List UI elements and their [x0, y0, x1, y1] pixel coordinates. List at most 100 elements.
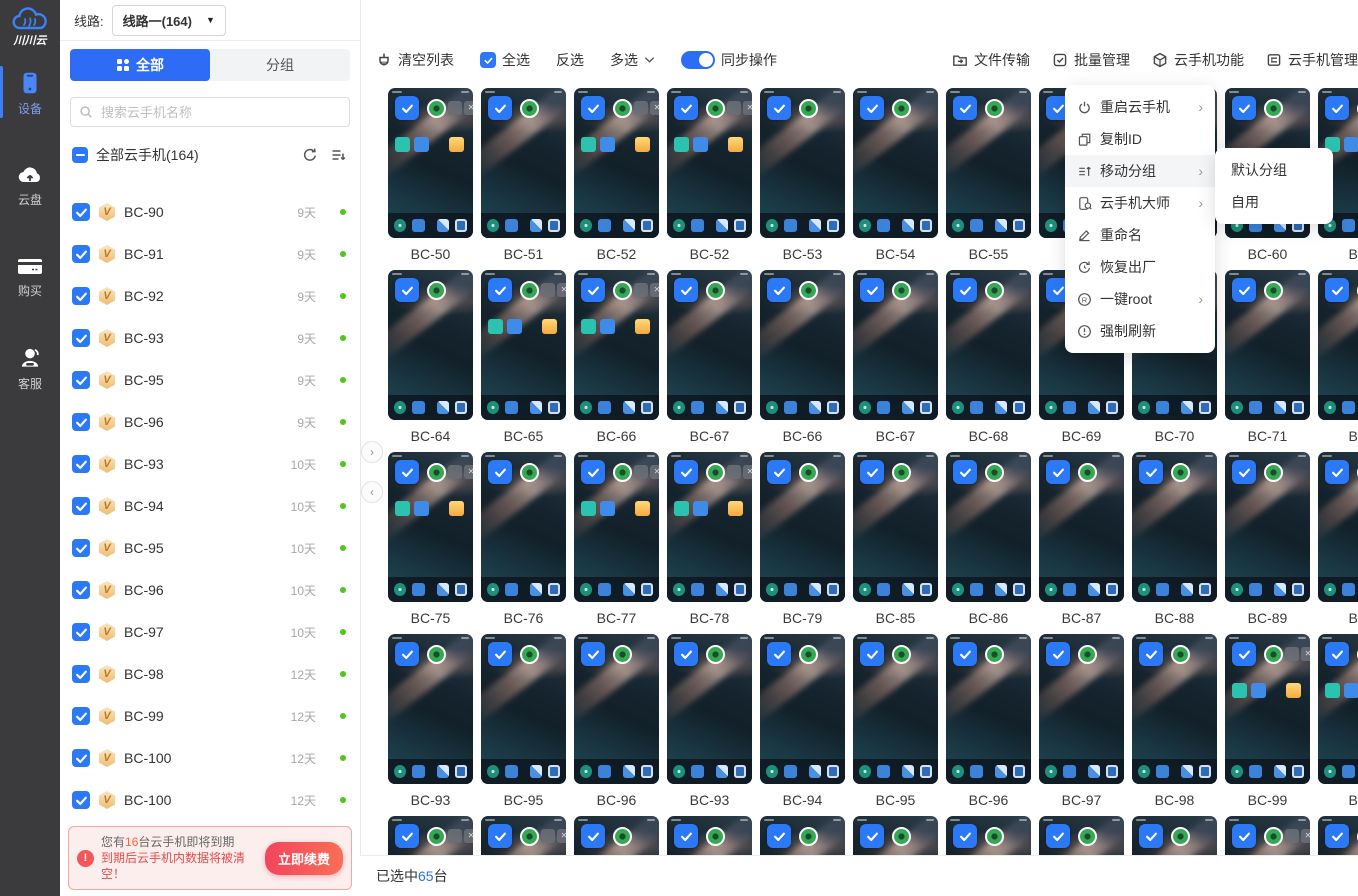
phone-cell[interactable] — [1035, 816, 1128, 856]
phone-selected-check-icon[interactable] — [674, 96, 698, 120]
phone-selected-check-icon[interactable] — [674, 278, 698, 302]
phone-screenshot[interactable]: ✕ — [1318, 816, 1358, 856]
phone-screenshot[interactable] — [667, 816, 752, 856]
phone-selected-check-icon[interactable] — [1232, 460, 1256, 484]
menu-item-云手机大师[interactable]: 云手机大师› — [1065, 187, 1215, 219]
phone-selected-check-icon[interactable] — [1232, 824, 1256, 848]
phone-screenshot[interactable] — [1132, 816, 1217, 856]
phone-selected-check-icon[interactable] — [1046, 460, 1070, 484]
phone-screenshot[interactable]: ✕ — [388, 816, 473, 856]
phone-selected-check-icon[interactable] — [1325, 642, 1349, 666]
phone-selected-check-icon[interactable] — [581, 642, 605, 666]
phone-screenshot[interactable]: ✕ — [1225, 816, 1310, 856]
phone-screenshot[interactable] — [760, 634, 845, 784]
device-checkbox[interactable] — [72, 413, 90, 431]
phone-cell[interactable]: BC-93 — [663, 634, 756, 810]
phone-selected-check-icon[interactable] — [581, 96, 605, 120]
phone-screenshot[interactable] — [853, 270, 938, 420]
phone-selected-check-icon[interactable] — [767, 96, 791, 120]
phone-screenshot[interactable] — [1318, 270, 1358, 420]
submenu-item-自用[interactable]: 自用 — [1215, 186, 1333, 218]
phone-cell[interactable]: ✕BC-66 — [570, 270, 663, 446]
device-checkbox[interactable] — [72, 791, 90, 809]
phone-selected-check-icon[interactable] — [488, 642, 512, 666]
phone-cell[interactable]: BC-67 — [849, 270, 942, 446]
phone-cell[interactable]: ✕BC-75 — [384, 452, 477, 628]
phone-screenshot[interactable] — [853, 88, 938, 238]
phone-cell[interactable]: ✕BC-52 — [570, 88, 663, 264]
phone-selected-check-icon[interactable] — [1139, 460, 1163, 484]
phone-cell[interactable]: BC-96 — [570, 634, 663, 810]
device-list-item[interactable]: VBC-9610天 — [60, 569, 360, 611]
phone-selected-check-icon[interactable] — [767, 642, 791, 666]
phone-cell[interactable]: ✕ — [1314, 816, 1358, 856]
select-all-checkbox[interactable] — [480, 52, 496, 68]
clear-list-button[interactable]: 清空列表 — [376, 50, 454, 70]
phone-cell[interactable]: BC-96 — [942, 634, 1035, 810]
device-list-item[interactable]: VBC-9410天 — [60, 485, 360, 527]
phone-selected-check-icon[interactable] — [488, 278, 512, 302]
phone-cell[interactable]: ✕BC- — [1314, 634, 1358, 810]
phone-screenshot[interactable] — [853, 816, 938, 856]
menu-item-重启云手机[interactable]: 重启云手机› — [1065, 91, 1215, 123]
device-list-item[interactable]: VBC-909天 — [60, 191, 360, 233]
sidebar-item-购买[interactable]: 购买 — [0, 254, 60, 299]
menu-item-重命名[interactable]: 重命名 — [1065, 219, 1215, 251]
phone-cell[interactable]: BC-66 — [756, 270, 849, 446]
phone-cell[interactable]: BC-87 — [1035, 452, 1128, 628]
phone-selected-check-icon[interactable] — [395, 460, 419, 484]
phone-screenshot[interactable] — [388, 270, 473, 420]
phone-screenshot[interactable]: ✕ — [388, 88, 473, 238]
phone-cell[interactable]: ✕ — [477, 816, 570, 856]
device-checkbox[interactable] — [72, 287, 90, 305]
phone-cell[interactable]: BC- — [1314, 452, 1358, 628]
device-list-item[interactable]: VBC-10012天 — [60, 737, 360, 779]
phone-selected-check-icon[interactable] — [395, 278, 419, 302]
phone-selected-check-icon[interactable] — [767, 824, 791, 848]
line-select-dropdown[interactable]: 线路一(164) ▼ — [112, 5, 226, 36]
tab-all[interactable]: 全部 — [70, 49, 210, 81]
phone-screenshot[interactable] — [481, 452, 566, 602]
panel-collapse-handle[interactable]: ‹ — [361, 481, 383, 503]
sync-toggle[interactable] — [681, 51, 715, 69]
phone-screenshot[interactable] — [388, 634, 473, 784]
phone-selected-check-icon[interactable] — [860, 96, 884, 120]
submenu-item-默认分组[interactable]: 默认分组 — [1215, 154, 1333, 186]
phone-cell[interactable]: BC-93 — [384, 634, 477, 810]
phone-screenshot[interactable] — [946, 270, 1031, 420]
renew-now-button[interactable]: 立即续费 — [265, 842, 343, 875]
menu-item-强制刷新[interactable]: 强制刷新 — [1065, 315, 1215, 347]
multi-select-dropdown[interactable]: 多选 — [610, 50, 655, 70]
phone-selected-check-icon[interactable] — [860, 460, 884, 484]
menu-item-移动分组[interactable]: 移动分组› — [1065, 155, 1215, 187]
device-checkbox[interactable] — [72, 371, 90, 389]
device-list-item[interactable]: VBC-919天 — [60, 233, 360, 275]
phone-cell[interactable]: ✕BC-77 — [570, 452, 663, 628]
phone-selected-check-icon[interactable] — [953, 278, 977, 302]
phone-selected-check-icon[interactable] — [1139, 824, 1163, 848]
phone-selected-check-icon[interactable] — [860, 642, 884, 666]
phone-cell[interactable]: ✕ — [1221, 816, 1314, 856]
device-list-item[interactable]: VBC-9812天 — [60, 653, 360, 695]
phone-selected-check-icon[interactable] — [953, 824, 977, 848]
phone-cell[interactable]: ✕BC-65 — [477, 270, 570, 446]
phone-selected-check-icon[interactable] — [674, 642, 698, 666]
phone-cell[interactable] — [663, 816, 756, 856]
phone-selected-check-icon[interactable] — [674, 824, 698, 848]
phone-selected-check-icon[interactable] — [1046, 642, 1070, 666]
phone-screenshot[interactable] — [760, 816, 845, 856]
device-checkbox[interactable] — [72, 749, 90, 767]
device-checkbox[interactable] — [72, 707, 90, 725]
phone-cell[interactable]: ✕BC-99 — [1221, 634, 1314, 810]
phone-screenshot[interactable] — [760, 270, 845, 420]
phone-screenshot[interactable]: ✕ — [574, 88, 659, 238]
device-checkbox[interactable] — [72, 329, 90, 347]
phone-selected-check-icon[interactable] — [1232, 96, 1256, 120]
phone-cell[interactable]: ✕BC-52 — [663, 88, 756, 264]
phone-selected-check-icon[interactable] — [767, 278, 791, 302]
phone-cell[interactable]: BC-67 — [663, 270, 756, 446]
tab-groups[interactable]: 分组 — [210, 49, 350, 81]
phone-screenshot[interactable]: ✕ — [574, 270, 659, 420]
phone-cell[interactable]: BC-98 — [1128, 634, 1221, 810]
toolbar-button-云手机功能[interactable]: 云手机功能 — [1152, 50, 1244, 70]
